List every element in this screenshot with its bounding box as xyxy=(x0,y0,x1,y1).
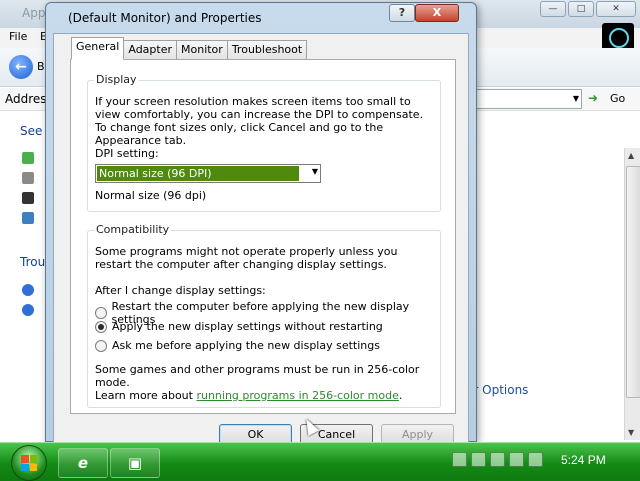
compatibility-group: Compatibility Some programs might not op… xyxy=(87,223,441,408)
general-tab-panel: Display If your screen resolution makes … xyxy=(70,59,456,414)
tray-icon[interactable] xyxy=(471,452,486,467)
back-arrow-icon[interactable]: ← xyxy=(9,55,33,79)
taskbar: e ▣ 5:24 PM xyxy=(0,442,640,481)
go-button[interactable]: Go xyxy=(610,92,625,105)
windows-flag-icon xyxy=(21,455,37,471)
dpi-setting-label: DPI setting: xyxy=(95,147,159,160)
scroll-down-icon[interactable]: ▼ xyxy=(628,428,634,437)
tab-monitor[interactable]: Monitor xyxy=(176,40,228,59)
minimize-button[interactable]: — xyxy=(540,1,566,17)
display-properties-taskbar-button[interactable]: ▣ xyxy=(110,448,160,478)
radio-button[interactable] xyxy=(95,339,107,352)
dpi-note: Normal size (96 dpi) xyxy=(95,189,207,202)
help-icon[interactable] xyxy=(22,304,34,316)
volume-icon[interactable] xyxy=(528,452,543,467)
learn-more-link[interactable]: running programs in 256-color mode xyxy=(196,389,398,402)
display-description: If your screen resolution makes screen i… xyxy=(95,95,424,147)
dpi-setting-select[interactable]: Normal size (96 DPI) ▼ xyxy=(95,164,321,183)
help-icon[interactable] xyxy=(22,284,34,296)
close-button[interactable]: ✕ xyxy=(596,1,636,17)
go-arrow-icon[interactable]: ➜ xyxy=(588,91,603,105)
sidebar-item-icon[interactable] xyxy=(22,192,34,204)
start-button[interactable] xyxy=(11,445,47,481)
tab-strip: General Adapter Monitor Troubleshoot xyxy=(71,37,308,60)
maximize-button[interactable]: □ xyxy=(568,1,594,17)
menu-file[interactable]: File xyxy=(9,30,27,43)
dpi-selected-value[interactable]: Normal size (96 DPI) xyxy=(97,166,299,181)
tray-icon[interactable] xyxy=(452,452,467,467)
tab-troubleshoot[interactable]: Troubleshoot xyxy=(226,40,308,59)
radio-button[interactable] xyxy=(95,307,107,319)
display-group: Display If your screen resolution makes … xyxy=(87,73,441,212)
chevron-down-icon[interactable]: ▼ xyxy=(312,167,318,176)
sidebar-item-icon[interactable] xyxy=(22,152,34,164)
vertical-scrollbar[interactable]: ▲ ▼ xyxy=(624,148,640,440)
footer-text: Some games and other programs must be ru… xyxy=(95,363,420,389)
radio-ask-label[interactable]: Ask me before applying the new display s… xyxy=(112,339,380,352)
compatibility-description: Some programs might not operate properly… xyxy=(95,245,398,271)
compatibility-footer: Some games and other programs must be ru… xyxy=(95,363,433,402)
scroll-up-icon[interactable]: ▲ xyxy=(628,151,634,160)
internet-explorer-icon[interactable]: e xyxy=(58,448,108,478)
sidebar-item-icon[interactable] xyxy=(22,172,34,184)
radio-ask-option[interactable]: Ask me before applying the new display s… xyxy=(95,339,380,352)
back-label[interactable]: B xyxy=(37,60,45,73)
help-button[interactable]: ? xyxy=(389,4,415,22)
tab-general[interactable]: General xyxy=(71,37,125,60)
radio-apply-option[interactable]: Apply the new display settings without r… xyxy=(95,320,383,333)
windows-logo-icon xyxy=(602,23,634,51)
dialog-title: (Default Monitor) and Properties xyxy=(68,11,262,25)
properties-dialog: (Default Monitor) and Properties ? X Gen… xyxy=(45,2,477,446)
background-title: App xyxy=(22,6,46,20)
radio-apply-label[interactable]: Apply the new display settings without r… xyxy=(112,320,383,333)
learn-more-suffix: . xyxy=(398,389,403,402)
monitor-icon: ▣ xyxy=(127,454,143,472)
display-group-title: Display xyxy=(94,73,139,86)
after-change-label: After I change display settings: xyxy=(95,284,266,297)
scrollbar-thumb[interactable] xyxy=(626,166,640,398)
troubleshoot-heading: Trou xyxy=(20,255,46,269)
background-window-controls: — □ ✕ xyxy=(540,1,636,17)
radio-button[interactable] xyxy=(95,320,107,333)
system-tray xyxy=(452,452,543,467)
compatibility-group-title: Compatibility xyxy=(94,223,172,236)
sidebar-item-icon[interactable] xyxy=(22,212,34,224)
dialog-close-button[interactable]: X xyxy=(415,4,459,22)
learn-more-prefix: Learn more about xyxy=(95,389,197,402)
chevron-down-icon[interactable]: ▼ xyxy=(573,94,579,103)
tray-icon[interactable] xyxy=(490,452,505,467)
network-icon[interactable] xyxy=(509,452,524,467)
address-input[interactable]: ▼ xyxy=(470,89,582,109)
tab-adapter[interactable]: Adapter xyxy=(123,40,177,59)
taskbar-clock[interactable]: 5:24 PM xyxy=(561,453,606,467)
dialog-body: General Adapter Monitor Troubleshoot Dis… xyxy=(53,33,469,443)
